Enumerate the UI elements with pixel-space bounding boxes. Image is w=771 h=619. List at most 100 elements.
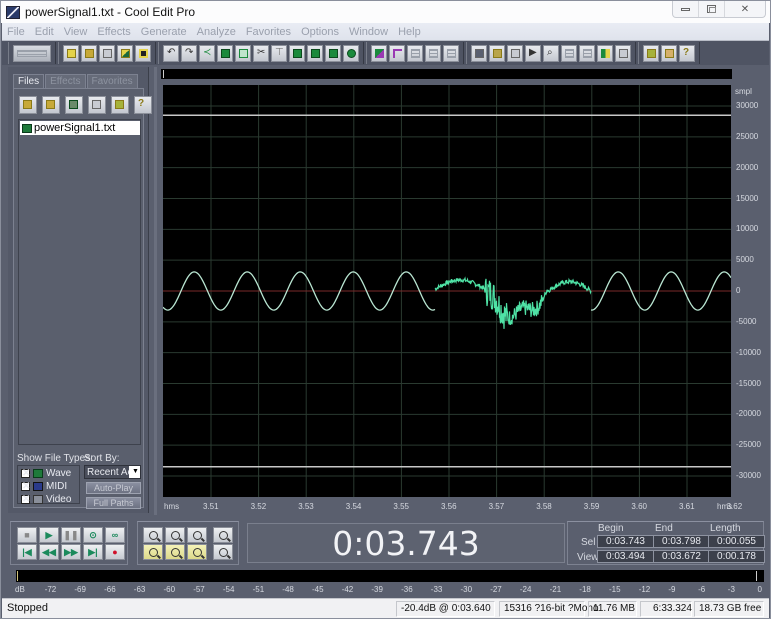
frequency-analysis-button[interactable] <box>561 44 577 62</box>
menu-help[interactable]: Help <box>393 26 426 38</box>
go-to-start-button[interactable]: |◀ <box>17 544 37 560</box>
save-as-button[interactable] <box>117 44 133 62</box>
favorites-button[interactable] <box>643 44 659 62</box>
pause-icon: ❚❚ <box>63 529 79 540</box>
view-end-field[interactable]: 0:03.672 <box>653 550 710 563</box>
pause-button[interactable]: ❚❚ <box>61 527 81 543</box>
open-append-button[interactable] <box>42 96 60 114</box>
tab-files[interactable]: Files <box>13 74 45 89</box>
zoom-in-horizontal-button[interactable] <box>143 527 163 543</box>
play-cursor-button[interactable]: ▶ <box>525 44 541 62</box>
video-checkbox[interactable]: ✕ <box>21 494 30 504</box>
undo-icon: ↶ <box>167 46 176 58</box>
zoom-out-horizontal-button[interactable] <box>165 527 185 543</box>
view-length-field[interactable]: 0:00.178 <box>708 550 765 563</box>
insert-into-multitrack-button[interactable] <box>65 96 83 114</box>
go-to-end-button[interactable]: ▶| <box>83 544 103 560</box>
full-paths-button[interactable]: Full Paths <box>86 497 141 509</box>
statistics-button[interactable] <box>579 44 595 62</box>
sel-end-field[interactable]: 0:03.798 <box>653 535 710 548</box>
grid-icon <box>429 48 438 58</box>
toolbar: ↶ ↷ ≺ ✂ ⊤ ▶ ⌕ ? <box>2 41 769 65</box>
loop-button[interactable]: ∞ <box>105 527 125 543</box>
envelope-button[interactable] <box>371 44 387 62</box>
restore-button[interactable] <box>699 1 725 17</box>
scripts-button[interactable] <box>343 44 359 62</box>
minimize-button[interactable] <box>673 1 699 17</box>
close-file-button[interactable] <box>99 44 115 62</box>
close-file-button[interactable] <box>88 96 106 114</box>
tab-favorites[interactable]: Favorites <box>86 74 138 88</box>
grid-button-1[interactable] <box>407 44 423 62</box>
trim-button[interactable]: ⊤ <box>271 44 287 62</box>
play-button[interactable]: ▶ <box>39 527 59 543</box>
help-button[interactable]: ? <box>679 44 695 62</box>
open-file-button[interactable] <box>81 44 97 62</box>
spectral-view-icon <box>493 48 502 58</box>
zoom-full-button[interactable] <box>187 527 207 543</box>
menu-effects[interactable]: Effects <box>92 26 135 38</box>
crop-button[interactable] <box>389 44 405 62</box>
waveform-view-button[interactable] <box>471 44 487 62</box>
stop-button[interactable]: ■ <box>17 527 37 543</box>
play-to-end-button[interactable]: ⊙ <box>83 527 103 543</box>
menu-options[interactable]: Options <box>296 26 344 38</box>
menu-edit[interactable]: Edit <box>30 26 59 38</box>
zoom-in-vertical-button[interactable] <box>213 527 233 543</box>
script-edit-button[interactable] <box>661 44 677 62</box>
zoom-out-vertical-button[interactable] <box>213 544 233 560</box>
save-button[interactable] <box>135 44 151 62</box>
waveform-display[interactable] <box>163 85 731 497</box>
sort-by-select[interactable]: Recent Ac ▼ <box>84 465 141 479</box>
menu-favorites[interactable]: Favorites <box>241 26 296 38</box>
zoom-select-button[interactable]: ⌕ <box>543 44 559 62</box>
menu-analyze[interactable]: Analyze <box>192 26 241 38</box>
menu-window[interactable]: Window <box>344 26 393 38</box>
record-adjust-button[interactable] <box>307 44 323 62</box>
spectral-view-button[interactable] <box>489 44 505 62</box>
zoom-to-left-button[interactable] <box>143 544 163 560</box>
rewind-button[interactable]: ◀◀ <box>39 544 59 560</box>
sel-begin-field[interactable]: 0:03.743 <box>597 535 654 548</box>
zoom-to-right-button[interactable] <box>165 544 185 560</box>
auto-play-button[interactable]: Auto-Play <box>86 482 141 494</box>
menu-generate[interactable]: Generate <box>136 26 192 38</box>
overview-bar[interactable] <box>161 69 732 79</box>
multitrack-toggle-button[interactable] <box>13 44 51 62</box>
copy-to-new-button[interactable] <box>235 44 251 62</box>
mix-paste-button[interactable] <box>217 44 233 62</box>
fast-forward-button[interactable]: ▶▶ <box>61 544 81 560</box>
organizer-help-button[interactable]: ? <box>134 96 152 114</box>
close-file-icon <box>92 100 101 109</box>
cue-list-button[interactable] <box>615 44 631 62</box>
window-title: powerSignal1.txt - Cool Edit Pro <box>25 5 196 19</box>
grid-button-3[interactable] <box>443 44 459 62</box>
grid-button-2[interactable] <box>425 44 441 62</box>
repeat-button[interactable]: ≺ <box>199 44 215 62</box>
chevron-down-icon: ▼ <box>129 466 140 478</box>
menu-file[interactable]: File <box>2 26 30 38</box>
record-button[interactable]: ● <box>105 544 125 560</box>
levels-button[interactable] <box>597 44 613 62</box>
snap-button[interactable] <box>289 44 305 62</box>
file-list-item[interactable]: powerSignal1.txt <box>20 121 140 135</box>
open-file-button[interactable] <box>19 96 37 114</box>
midi-checkbox[interactable]: ✕ <box>21 481 30 491</box>
meter-tick-label: -42 <box>341 585 354 594</box>
tab-effects[interactable]: Effects <box>45 74 86 88</box>
zoom-to-selection-button[interactable] <box>187 544 207 560</box>
new-file-button[interactable] <box>63 44 79 62</box>
edit-file-button[interactable] <box>111 96 129 114</box>
batch-button[interactable] <box>325 44 341 62</box>
view-begin-field[interactable]: 0:03.494 <box>597 550 654 563</box>
menu-view[interactable]: View <box>59 26 93 38</box>
undo-button[interactable]: ↶ <box>163 44 179 62</box>
redo-button[interactable]: ↷ <box>181 44 197 62</box>
spectral-view-2-button[interactable] <box>507 44 523 62</box>
wave-checkbox[interactable]: ✕ <box>21 468 30 478</box>
close-button[interactable]: ✕ <box>725 1 765 17</box>
status-file-size: 11.76 MB <box>588 601 637 617</box>
status-state: Stopped <box>7 602 48 614</box>
sel-length-field[interactable]: 0:00.055 <box>708 535 765 548</box>
cut-button[interactable]: ✂ <box>253 44 269 62</box>
